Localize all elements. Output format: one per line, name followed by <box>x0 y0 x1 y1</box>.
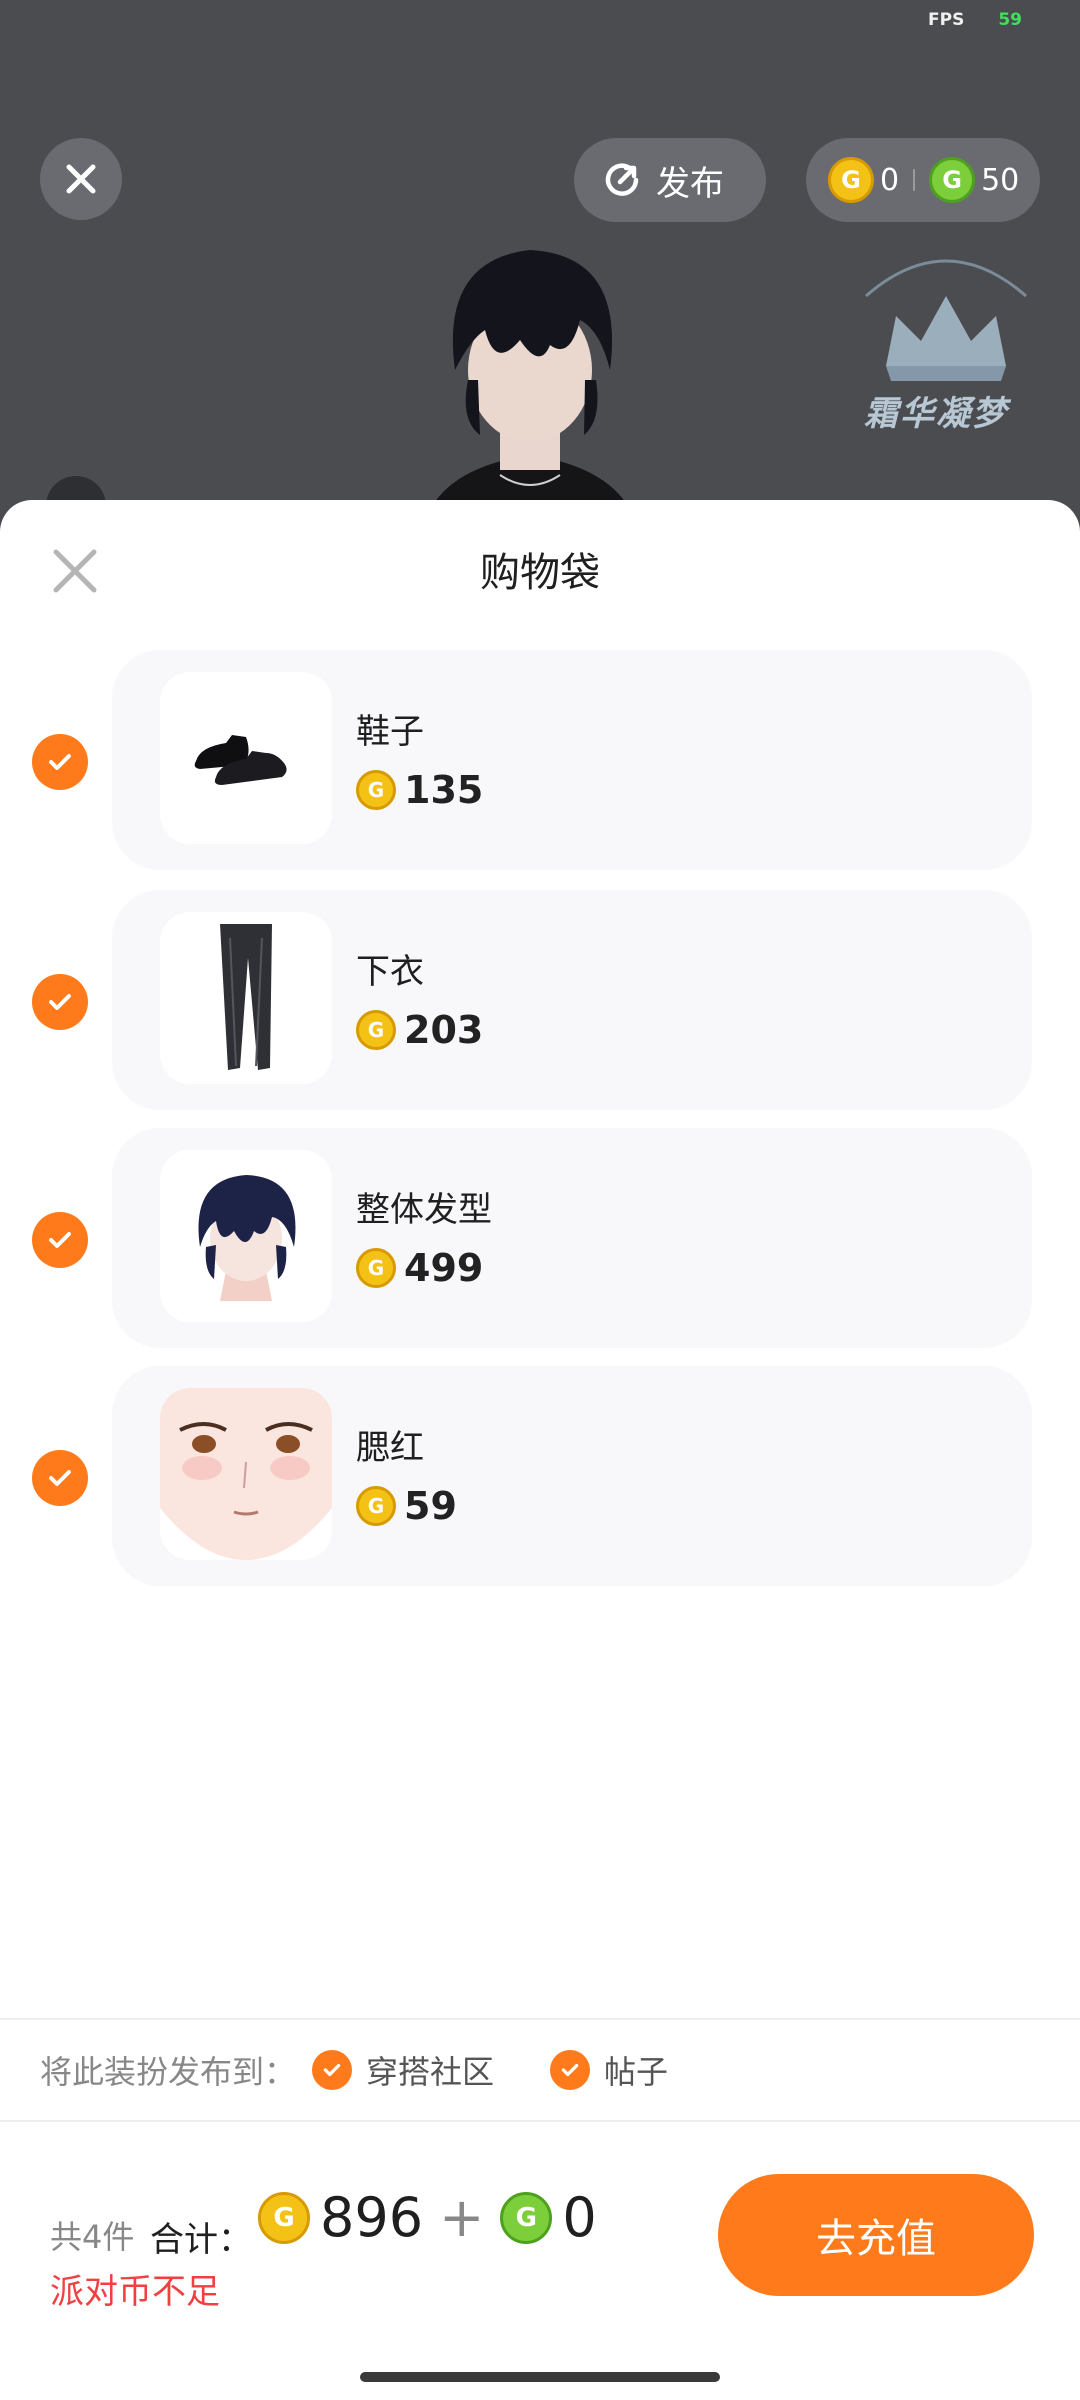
checkmark-icon <box>49 754 71 770</box>
gold-coin-icon <box>356 1486 396 1526</box>
green-coin-icon <box>929 157 976 203</box>
publish-option-label: 穿搭社区 <box>366 2053 495 2091</box>
checkmark-icon <box>49 994 71 1010</box>
watermark-text: 霜华凝梦 <box>864 394 1008 434</box>
shopping-bag-sheet: 购物袋 鞋子 135 <box>0 500 1080 2400</box>
gold-coin-icon <box>356 770 396 810</box>
gold-total: 896 <box>320 2186 424 2249</box>
fps-counter: FPS 59 <box>928 10 1022 30</box>
item-price-value: 59 <box>404 1484 457 1528</box>
publish-icon <box>605 163 639 196</box>
publish-option-community[interactable]: 穿搭社区 <box>312 2047 494 2093</box>
checkmark-icon <box>49 1470 71 1486</box>
publish-button[interactable]: 发布 <box>574 138 766 222</box>
cart-item: 腮红 59 <box>0 1366 1080 1586</box>
item-price: 135 <box>356 768 483 812</box>
gold-coin-icon <box>356 1010 396 1050</box>
recharge-button[interactable]: 去充值 <box>718 2174 1034 2296</box>
checkmark-icon <box>550 2050 591 2090</box>
item-card[interactable]: 腮红 59 <box>112 1366 1032 1586</box>
gold-coin-icon <box>828 157 874 203</box>
item-thumbnail <box>160 1388 332 1560</box>
item-card[interactable]: 整体发型 499 <box>112 1128 1032 1348</box>
plus-sign: + <box>439 2186 485 2249</box>
insufficient-funds-warning: 派对币不足 <box>50 2272 220 2312</box>
currency-balance[interactable]: 0 50 <box>806 138 1040 222</box>
item-count: 共4件 <box>50 2218 135 2256</box>
publish-to-label: 将此装扮发布到： <box>40 2053 297 2091</box>
gold-coin-icon <box>258 2191 310 2244</box>
item-price-value: 203 <box>404 1008 484 1052</box>
fps-label: FPS <box>928 10 965 30</box>
gold-balance: 0 <box>880 162 900 198</box>
item-price: 499 <box>356 1246 483 1290</box>
home-indicator[interactable] <box>360 2372 720 2382</box>
fps-value: 59 <box>998 10 1022 30</box>
item-checkbox[interactable] <box>32 1212 88 1268</box>
sheet-title: 购物袋 <box>480 550 600 596</box>
checkmark-icon <box>312 2050 353 2090</box>
item-card[interactable]: 鞋子 135 <box>112 650 1032 870</box>
item-name: 鞋子 <box>356 712 424 752</box>
cart-item: 下衣 203 <box>0 890 1080 1110</box>
pants-image <box>220 924 272 1070</box>
green-coin-icon <box>500 2191 553 2244</box>
close-icon <box>66 164 96 194</box>
item-price-value: 135 <box>404 768 484 812</box>
item-name: 下衣 <box>356 952 424 992</box>
green-balance: 50 <box>981 162 1020 198</box>
cart-item: 鞋子 135 <box>0 650 1080 870</box>
item-thumbnail <box>160 912 332 1084</box>
face-blush-image <box>160 1388 332 1560</box>
cart-item: 整体发型 499 <box>0 1128 1080 1348</box>
item-price: 203 <box>356 1008 483 1052</box>
avatar-character-image <box>420 250 640 540</box>
checkmark-icon <box>49 1232 71 1248</box>
item-price-value: 499 <box>404 1246 484 1290</box>
item-thumbnail <box>160 672 332 844</box>
publish-option-label: 帖子 <box>604 2053 669 2091</box>
total-label: 合计： <box>150 2220 252 2260</box>
item-card[interactable]: 下衣 203 <box>112 890 1032 1110</box>
crown-icon <box>865 259 1027 381</box>
watermark-logo: 霜华凝梦 <box>846 236 1046 436</box>
item-name: 整体发型 <box>356 1190 492 1230</box>
hairstyle-image <box>198 1175 296 1301</box>
green-total: 0 <box>562 2186 597 2249</box>
publish-option-post[interactable]: 帖子 <box>550 2047 668 2093</box>
shoes-image <box>194 735 287 785</box>
item-name: 腮红 <box>356 1428 424 1468</box>
item-thumbnail <box>160 1150 332 1322</box>
item-checkbox[interactable] <box>32 974 88 1030</box>
item-checkbox[interactable] <box>32 734 88 790</box>
publish-destination-row: 将此装扮发布到： 穿搭社区 帖子 <box>0 2018 1080 2122</box>
close-dressup-button[interactable] <box>40 138 122 220</box>
balance-divider <box>913 169 916 191</box>
publish-label: 发布 <box>656 163 724 204</box>
gold-coin-icon <box>356 1248 396 1288</box>
checkout-summary: 共4件 合计： 896 + 0 派对币不足 去充值 <box>0 2122 1080 2400</box>
item-price: 59 <box>356 1484 457 1528</box>
total-amount: 896 + 0 <box>258 2186 597 2249</box>
avatar-stage: FPS 59 发布 0 50 霜华凝梦 <box>0 0 1080 540</box>
item-checkbox[interactable] <box>32 1450 88 1506</box>
